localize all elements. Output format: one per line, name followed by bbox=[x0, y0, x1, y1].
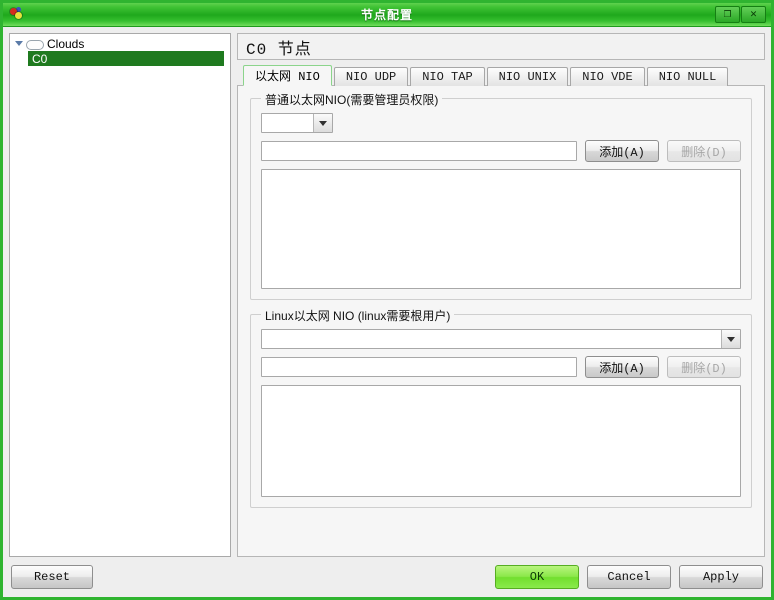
linux-nio-list[interactable] bbox=[261, 385, 741, 497]
generic-interface-combo[interactable] bbox=[261, 113, 333, 133]
tab-nio-vde[interactable]: NIO VDE bbox=[570, 67, 645, 86]
node-tree-panel[interactable]: Clouds C0 bbox=[9, 33, 231, 557]
tree-item-label: C0 bbox=[32, 51, 48, 66]
generic-interface-row bbox=[261, 113, 741, 133]
tree-item-clouds[interactable]: Clouds bbox=[10, 36, 230, 51]
tab-nio-null[interactable]: NIO NULL bbox=[646, 67, 729, 86]
linux-delete-button[interactable]: 删除(D) bbox=[667, 356, 741, 378]
generic-add-button-label: 添加(A) bbox=[599, 145, 645, 160]
linux-interface-row bbox=[261, 329, 741, 349]
linux-delete-button-label: 删除(D) bbox=[681, 361, 727, 376]
group-legend: 普通以太网NIO(需要管理员权限) bbox=[261, 91, 443, 108]
linux-add-button-label: 添加(A) bbox=[599, 361, 645, 376]
tab-panel-ethernet-nio: 普通以太网NIO(需要管理员权限) 添加(A) 删除(D) Linux以太网 N… bbox=[237, 85, 765, 557]
tree-item-label: Clouds bbox=[47, 36, 85, 51]
apply-button[interactable]: Apply bbox=[679, 565, 763, 589]
window-controls: ❐ ✕ bbox=[715, 6, 766, 23]
generic-add-button[interactable]: 添加(A) bbox=[585, 140, 659, 162]
page-title: C0 节点 bbox=[237, 33, 765, 60]
linux-entry-row: 添加(A) 删除(D) bbox=[261, 356, 741, 378]
group-legend: Linux以太网 NIO (linux需要根用户) bbox=[261, 307, 455, 324]
dialog-footer: Reset OK Cancel Apply bbox=[3, 557, 771, 597]
generic-entry-row: 添加(A) 删除(D) bbox=[261, 140, 741, 162]
title-bar[interactable]: 节点配置 ❐ ✕ bbox=[3, 3, 771, 27]
tab-nio-udp[interactable]: NIO UDP bbox=[333, 67, 409, 86]
tab-nio-unix[interactable]: NIO UNIX bbox=[486, 67, 569, 86]
linux-add-button[interactable]: 添加(A) bbox=[585, 356, 659, 378]
generic-delete-button-label: 删除(D) bbox=[681, 145, 727, 160]
generic-nio-input[interactable] bbox=[261, 141, 577, 161]
cancel-button[interactable]: Cancel bbox=[587, 565, 671, 589]
linux-ethernet-nio-group: Linux以太网 NIO (linux需要根用户) 添加(A) 删除(D) bbox=[250, 307, 752, 508]
chevron-down-icon[interactable] bbox=[313, 114, 332, 132]
chevron-down-icon[interactable] bbox=[14, 39, 24, 49]
maximize-button[interactable]: ❐ bbox=[715, 6, 740, 23]
node-config-icon bbox=[7, 6, 27, 23]
close-button[interactable]: ✕ bbox=[741, 6, 766, 23]
tab-ethernet-nio[interactable]: 以太网 NIO bbox=[243, 65, 332, 86]
detail-panel: C0 节点 以太网 NIO NIO UDP NIO TAP NIO UNIX N… bbox=[237, 33, 765, 557]
window-body: Clouds C0 C0 节点 以太网 NIO NIO UDP NIO TAP … bbox=[3, 27, 771, 557]
tab-host: 以太网 NIO NIO UDP NIO TAP NIO UNIX NIO VDE… bbox=[237, 65, 765, 557]
generic-delete-button[interactable]: 删除(D) bbox=[667, 140, 741, 162]
reset-button[interactable]: Reset bbox=[11, 565, 93, 589]
generic-ethernet-nio-group: 普通以太网NIO(需要管理员权限) 添加(A) 删除(D) bbox=[250, 91, 752, 300]
tab-strip: 以太网 NIO NIO UDP NIO TAP NIO UNIX NIO VDE… bbox=[237, 65, 765, 86]
tree-item-c0[interactable]: C0 bbox=[28, 51, 224, 66]
cloud-icon bbox=[26, 39, 44, 50]
linux-nio-input[interactable] bbox=[261, 357, 577, 377]
linux-interface-combo[interactable] bbox=[261, 329, 741, 349]
node-configuration-window: 节点配置 ❐ ✕ Clouds C0 C0 节点 以太网 NIO NIO UDP… bbox=[0, 0, 774, 600]
window-title: 节点配置 bbox=[360, 8, 413, 22]
tab-nio-tap[interactable]: NIO TAP bbox=[410, 67, 485, 86]
ok-button[interactable]: OK bbox=[495, 565, 579, 589]
generic-nio-list[interactable] bbox=[261, 169, 741, 289]
chevron-down-icon[interactable] bbox=[721, 330, 740, 348]
